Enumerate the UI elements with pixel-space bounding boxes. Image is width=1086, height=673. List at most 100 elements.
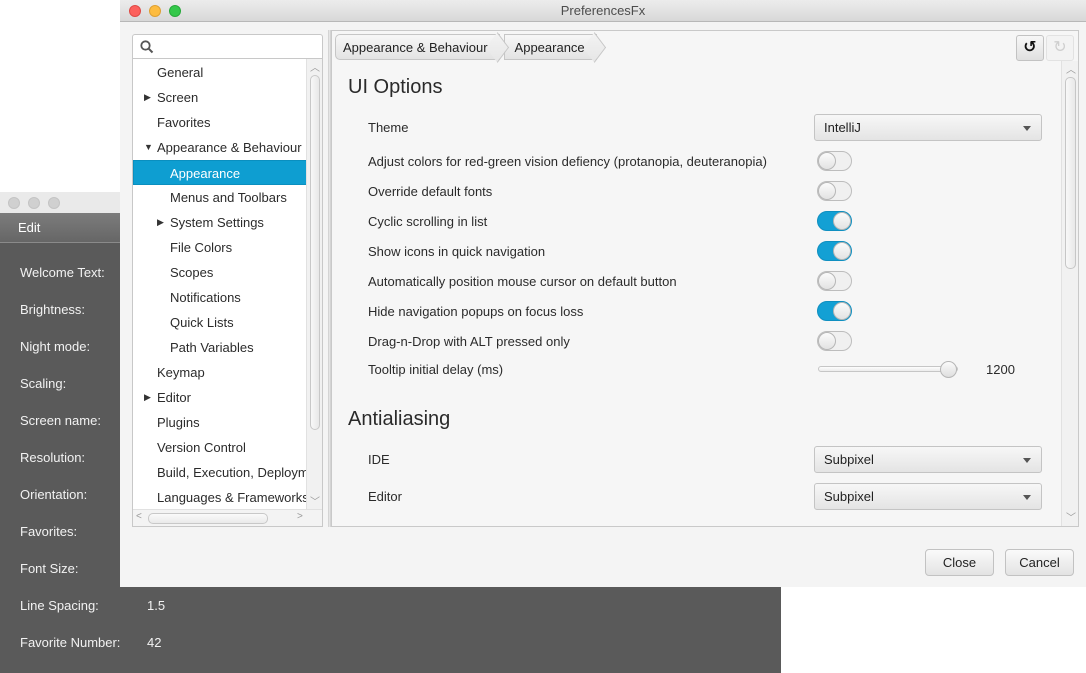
disclosure-collapsed-icon[interactable]: ▶ <box>157 210 164 235</box>
toggle-switch[interactable] <box>817 331 852 351</box>
tree-item[interactable]: Plugins <box>133 410 307 435</box>
close-window-icon[interactable] <box>129 5 141 17</box>
tree-item[interactable]: ▶ System Settings <box>133 210 307 235</box>
tree-item[interactable]: ▼ Appearance & Behaviour <box>133 135 307 160</box>
section-title-ui-options: UI Options <box>348 76 443 98</box>
tree-item[interactable]: Path Variables <box>133 335 307 360</box>
search-icon <box>140 40 154 54</box>
chevron-up-icon[interactable]: ︿ <box>310 59 320 74</box>
editor-antialiasing-select[interactable]: Subpixel <box>814 483 1042 510</box>
tree-item-label: Appearance & Behaviour <box>157 140 302 155</box>
toggle-label: Drag-n-Drop with ALT pressed only <box>368 334 570 349</box>
tree-horizontal-scrollbar[interactable]: < > <box>133 509 322 526</box>
form-label: Line Spacing: <box>20 598 99 613</box>
tree-item-label: Appearance <box>170 166 241 181</box>
breadcrumb-item-appearance-behaviour[interactable]: Appearance & Behaviour <box>335 34 500 60</box>
form-value[interactable]: 1.5 <box>147 598 165 614</box>
minimize-window-icon[interactable] <box>149 5 161 17</box>
tree-item[interactable]: Languages & Frameworks <box>133 485 307 510</box>
tree-item[interactable]: ▶ Editor <box>133 385 307 410</box>
tooltip-delay-label: Tooltip initial delay (ms) <box>368 362 504 377</box>
toggle-knob <box>818 182 836 200</box>
toggle-switch[interactable] <box>817 301 852 321</box>
dropdown-caret-icon <box>1023 495 1031 500</box>
tree-item[interactable]: General <box>133 60 307 85</box>
tree-item[interactable]: Notifications <box>133 285 307 310</box>
toggle-switch[interactable] <box>817 181 852 201</box>
tree-item-label: System Settings <box>170 215 264 230</box>
tooltip-delay-slider[interactable] <box>818 366 958 372</box>
tree-item-label: Path Variables <box>170 340 254 355</box>
chevron-down-icon[interactable]: ﹀ <box>1066 509 1076 524</box>
ide-antialiasing-select[interactable]: Subpixel <box>814 446 1042 473</box>
chevron-left-icon[interactable]: < <box>136 511 142 522</box>
tree-item[interactable]: Build, Execution, Deployment <box>133 460 307 485</box>
tree-item[interactable]: Appearance <box>133 160 307 185</box>
theme-select-value: IntelliJ <box>824 120 861 135</box>
dropdown-caret-icon <box>1023 458 1031 463</box>
tree-item-label: Version Control <box>157 440 246 455</box>
form-row: Line Spacing: 1.5 <box>20 598 165 614</box>
toggle-switch[interactable] <box>817 241 852 261</box>
redo-button[interactable]: ↻ <box>1046 35 1074 61</box>
chevron-down-icon[interactable]: ﹀ <box>310 493 320 508</box>
titlebar: PreferencesFx <box>120 0 1086 22</box>
maximize-window-icon[interactable] <box>169 5 181 17</box>
tree-item[interactable]: Quick Lists <box>133 310 307 335</box>
close-button[interactable]: Close <box>925 549 994 576</box>
undo-button[interactable]: ↺ <box>1016 35 1044 61</box>
disclosure-expanded-icon[interactable]: ▼ <box>144 135 153 160</box>
minimize-dot-icon[interactable] <box>28 197 40 209</box>
tooltip-delay-slider-thumb[interactable] <box>940 361 958 378</box>
cancel-button[interactable]: Cancel <box>1005 549 1074 576</box>
chevron-right-icon[interactable]: > <box>297 511 303 522</box>
breadcrumb-label: Appearance <box>514 40 585 55</box>
maximize-dot-icon[interactable] <box>48 197 60 209</box>
tooltip-delay-value: 1200 <box>986 362 1015 377</box>
close-dot-icon[interactable] <box>8 197 20 209</box>
tree-item[interactable]: File Colors <box>133 235 307 260</box>
tree-item[interactable]: Menus and Toolbars <box>133 185 307 210</box>
toggle-label: Cyclic scrolling in list <box>368 214 488 229</box>
toggle-knob <box>833 242 851 260</box>
tree-item-label: Quick Lists <box>170 315 234 330</box>
toggle-knob <box>818 332 836 350</box>
toggle-knob <box>818 272 836 290</box>
form-value[interactable]: 42 <box>147 635 161 651</box>
toggle-knob <box>833 302 851 320</box>
breadcrumb-item-appearance[interactable]: Appearance <box>503 34 597 60</box>
tree-vertical-scrollbar[interactable]: ︿ ﹀ <box>306 59 322 509</box>
settings-content: Appearance & Behaviour Appearance ↺ ↻ UI… <box>331 30 1079 527</box>
search-input[interactable] <box>157 38 317 56</box>
tree-item[interactable]: Scopes <box>133 260 307 285</box>
toggle-switch[interactable] <box>817 151 852 171</box>
tree-item-label: Notifications <box>170 290 241 305</box>
toggle-label: Show icons in quick navigation <box>368 244 546 259</box>
toggle-switch[interactable] <box>817 271 852 291</box>
chevron-up-icon[interactable]: ︿ <box>1066 61 1076 76</box>
content-vertical-scrollbar[interactable]: ︿ ﹀ <box>1061 61 1078 526</box>
tree-vertical-scroll-thumb[interactable] <box>310 75 320 430</box>
content-vertical-scroll-thumb[interactable] <box>1065 77 1076 269</box>
ide-antialiasing-label: IDE <box>368 452 390 467</box>
tree-item-label: Favorites <box>157 115 211 130</box>
tree-item-label: Scopes <box>170 265 214 280</box>
editor-antialiasing-label: Editor <box>368 489 402 504</box>
theme-label: Theme <box>368 120 409 135</box>
tree-horizontal-scroll-thumb[interactable] <box>148 513 268 524</box>
tree-item[interactable]: ▶ Screen <box>133 85 307 110</box>
toggle-switch[interactable] <box>817 211 852 231</box>
ide-antialiasing-value: Subpixel <box>824 452 874 467</box>
tree-item[interactable]: Favorites <box>133 110 307 135</box>
tree-item[interactable]: Keymap <box>133 360 307 385</box>
tree-item-label: Menus and Toolbars <box>170 190 287 205</box>
navigation-tree: General ▶ Screen Favorites ▼ Appearance & Beh… <box>132 59 323 527</box>
toggle-label: Automatically position mouse cursor on d… <box>368 274 677 289</box>
tree-item[interactable]: Version Control <box>133 435 307 460</box>
toggle-knob <box>818 152 836 170</box>
search-box[interactable] <box>132 34 323 59</box>
disclosure-collapsed-icon[interactable]: ▶ <box>144 385 151 410</box>
tree-item-label: Screen <box>157 90 199 105</box>
disclosure-collapsed-icon[interactable]: ▶ <box>144 85 151 110</box>
theme-select[interactable]: IntelliJ <box>814 114 1042 141</box>
